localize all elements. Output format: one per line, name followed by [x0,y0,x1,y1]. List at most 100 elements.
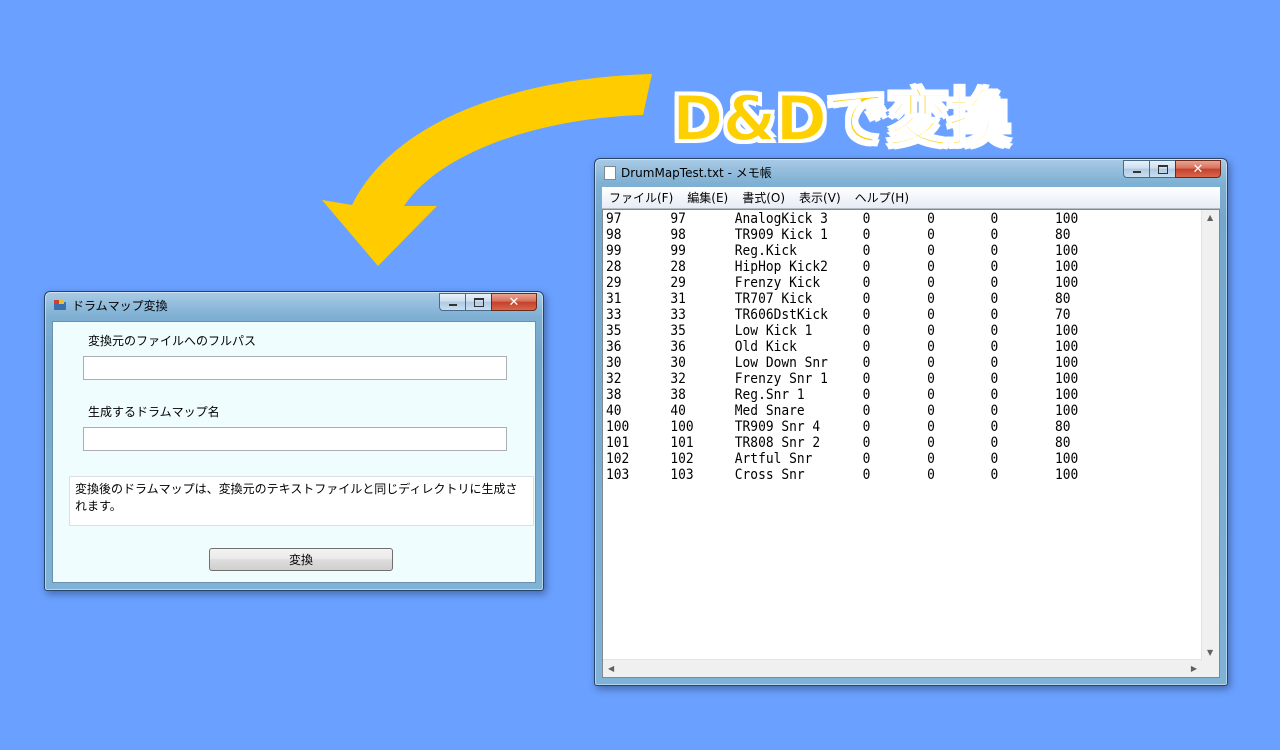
text-cell: TR808 Snr 2 [734,435,821,451]
text-editor-area[interactable]: 97 97 AnalogKick 3 0 0 0 100 98 98 TR909 Kick 100… [602,209,1220,678]
text-line: 100 100 TR909 Snr 4 0 0 0 80 [606,419,1153,435]
text-cell: 0 [862,259,871,275]
text-cell: 0 [990,451,999,467]
text-cell: 28 [606,259,622,275]
close-button[interactable]: ✕ [491,293,537,311]
menu-view[interactable]: 表示(V) [792,189,848,206]
convert-button[interactable]: 変換 [209,548,393,571]
scroll-right-icon[interactable]: ▶ [1191,664,1197,673]
dialog-client-area: 変換元のファイルへのフルパス 生成するドラムマップ名 変換後のドラムマップは、変… [52,321,536,583]
text-cell: 100 [1054,467,1079,483]
text-cell: 0 [862,211,871,227]
notepad-window: DrumMapTest.txt - メモ帳 ✕ ファイル(F) 編集(E) 書式… [594,158,1228,686]
maximize-button[interactable] [1149,160,1175,178]
text-cell: 0 [862,435,871,451]
text-cell: 38 [606,387,622,403]
text-cell: 99 [670,243,686,259]
source-path-label: 変換元のファイルへのフルパス [88,334,257,348]
text-cell: 0 [927,467,935,483]
text-cell: 0 [990,387,999,403]
text-cell: 0 [990,259,999,275]
text-cell: 29 [670,275,686,291]
text-cell: 98 [606,227,622,243]
drum-map-converter-window: ドラムマップ変換 ✕ 変換元のファイルへのフルパス 生成するドラムマップ名 変換… [44,291,544,591]
text-line: 35 35 Low Kick 1 0 0 0 100 [606,323,1153,339]
text-cell: 80 [1054,227,1071,243]
menu-help[interactable]: ヘルプ(H) [848,189,916,206]
text-cell: 80 [1054,291,1071,307]
maximize-button[interactable] [465,293,491,311]
text-cell: 0 [990,371,999,387]
text-cell: 0 [927,419,935,435]
minimize-button[interactable] [1123,160,1149,178]
text-cell: 0 [927,339,935,355]
scroll-left-icon[interactable]: ◀ [608,664,614,673]
text-cell: 100 [606,419,630,435]
text-cell: AnalogKick 3 [734,211,828,227]
text-cell: 31 [606,291,622,307]
text-cell: 29 [606,275,622,291]
text-line: 99 99 Reg.Kick 0 0 0 100 [606,243,1153,259]
text-cell: Frenzy Snr 1 [734,371,828,387]
text-line: 98 98 TR909 Kick 1 0 0 0 80 [606,227,1153,243]
text-cell: 32 [606,371,622,387]
text-cell: 0 [990,467,999,483]
menu-bar: ファイル(F) 編集(E) 書式(O) 表示(V) ヘルプ(H) [602,187,1220,209]
menu-edit[interactable]: 編集(E) [680,189,735,206]
text-cell: 0 [927,307,935,323]
text-line: 103 103 Cross Snr 0 0 0 100 [606,467,1153,483]
text-cell: TR909 Snr 4 [734,419,821,435]
close-button[interactable]: ✕ [1175,160,1221,178]
text-cell: Reg.Snr 1 [734,387,805,403]
text-cell: 80 [1054,435,1071,451]
text-cell: 0 [927,435,935,451]
text-cell: 0 [862,451,871,467]
text-cell: 0 [927,403,935,419]
text-cell: 0 [990,243,999,259]
text-cell: 0 [927,291,935,307]
text-cell: 35 [606,323,622,339]
text-cell: 0 [927,275,935,291]
text-cell: 97 [670,211,686,227]
text-cell: Low Kick 1 [734,323,813,339]
text-cell: 100 [1054,243,1079,259]
text-line: 97 97 AnalogKick 3 0 0 0 100 [606,211,1153,227]
text-cell: 0 [990,323,999,339]
text-cell: 30 [670,355,686,371]
dialog-title: ドラムマップ変換 [72,299,168,313]
text-cell: 0 [927,243,935,259]
vertical-scrollbar[interactable]: ▲ ▼ [1201,210,1219,660]
text-cell: 98 [670,227,686,243]
notepad-titlebar[interactable]: DrumMapTest.txt - メモ帳 ✕ [595,159,1227,185]
drum-map-name-input[interactable] [83,427,507,451]
source-path-input[interactable] [83,356,507,380]
info-message: 変換後のドラムマップは、変換元のテキストファイルと同じディレクトリに生成されます… [69,476,534,526]
text-cell: 36 [670,339,686,355]
text-cell: 100 [1054,451,1079,467]
text-line: 30 30 Low Down Snr 0 0 0 100 [606,355,1153,371]
menu-format[interactable]: 書式(O) [735,189,792,206]
menu-file[interactable]: ファイル(F) [602,189,680,206]
minimize-icon [448,304,457,306]
text-cell: 0 [927,371,935,387]
minimize-button[interactable] [439,293,465,311]
text-cell: 99 [606,243,622,259]
scroll-up-icon[interactable]: ▲ [1207,213,1213,222]
text-line: 28 28 HipHop Kick2 0 0 0 100 [606,259,1153,275]
horizontal-scrollbar[interactable]: ◀ ▶ [603,659,1202,677]
text-cell: Cross Snr [734,467,805,483]
text-cell: 102 [670,451,694,467]
text-line: 29 29 Frenzy Kick 0 0 0 100 [606,275,1153,291]
text-cell: 0 [862,243,871,259]
drum-map-text[interactable]: 97 97 AnalogKick 3 0 0 0 100 98 98 TR909 Kick 100… [606,211,1153,659]
text-cell: 0 [990,275,999,291]
text-cell: 0 [927,355,935,371]
text-cell: 0 [990,339,999,355]
text-cell: 0 [862,419,871,435]
text-cell: TR606DstKick [734,307,828,323]
resize-grip-icon[interactable] [1202,660,1219,677]
scroll-down-icon[interactable]: ▼ [1207,648,1213,657]
text-cell: 0 [927,227,935,243]
dialog-titlebar[interactable]: ドラムマップ変換 ✕ [45,292,543,318]
text-cell: 0 [862,291,871,307]
